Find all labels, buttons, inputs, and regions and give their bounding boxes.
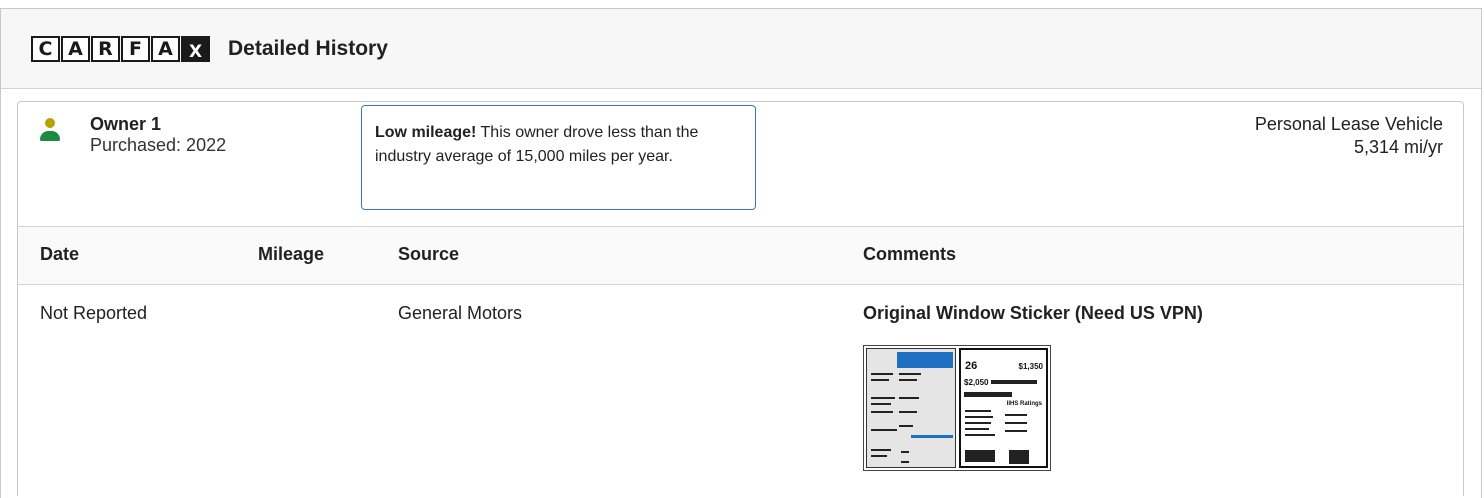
carfax-logo: C A R F A X xyxy=(31,35,211,62)
history-table-header: Date Mileage Source Comments xyxy=(18,227,1463,285)
logo-letter: F xyxy=(121,35,150,62)
owner-name: Owner 1 xyxy=(90,114,162,134)
logo-letter: R xyxy=(91,35,120,62)
person-icon xyxy=(40,118,60,146)
owner-purchase-year: Purchased: 2022 xyxy=(90,135,227,155)
vehicle-use-type: Personal Lease Vehicle xyxy=(1254,114,1443,134)
sticker-left-panel xyxy=(866,348,956,468)
sticker-cost-bottom: $2,050 xyxy=(964,378,989,387)
row-date: Not Reported xyxy=(40,303,148,323)
owner-history-panel: Owner 1 Purchased: 2022 Low mileage! Thi… xyxy=(17,101,1464,496)
sticker-right-panel: 26 $1,350 $2,050 IIHS Ratings xyxy=(959,348,1048,468)
miles-per-year: 5,314 mi/yr xyxy=(1353,137,1443,157)
column-header-source: Source xyxy=(398,244,460,264)
column-header-mileage: Mileage xyxy=(258,244,325,264)
sticker-mpg: 26 xyxy=(965,360,978,372)
report-header: C A R F A X Detailed History xyxy=(1,9,1481,89)
column-header-comments: Comments xyxy=(863,244,957,264)
logo-letter-x: X xyxy=(181,35,210,62)
column-header-date: Date xyxy=(40,244,80,264)
owner-summary: Owner 1 Purchased: 2022 Low mileage! Thi… xyxy=(18,102,1463,227)
logo-letter: C xyxy=(31,35,60,62)
logo-letter: A xyxy=(151,35,180,62)
table-row: Not Reported General Motors Original Win… xyxy=(18,285,1463,497)
window-sticker-link[interactable]: Original Window Sticker (Need US VPN) xyxy=(863,303,1203,324)
logo-letter: A xyxy=(61,35,90,62)
window-sticker-thumbnail[interactable]: 26 $1,350 $2,050 IIHS Ratings xyxy=(863,345,1051,471)
low-mileage-callout: Low mileage! This owner drove less than … xyxy=(361,105,756,210)
sticker-ratings: IIHS Ratings xyxy=(1006,401,1042,407)
sticker-cost-top: $1,350 xyxy=(1018,362,1043,371)
callout-title: Low mileage! xyxy=(375,124,477,141)
page-title: Detailed History xyxy=(228,36,388,60)
row-source: General Motors xyxy=(398,303,523,323)
